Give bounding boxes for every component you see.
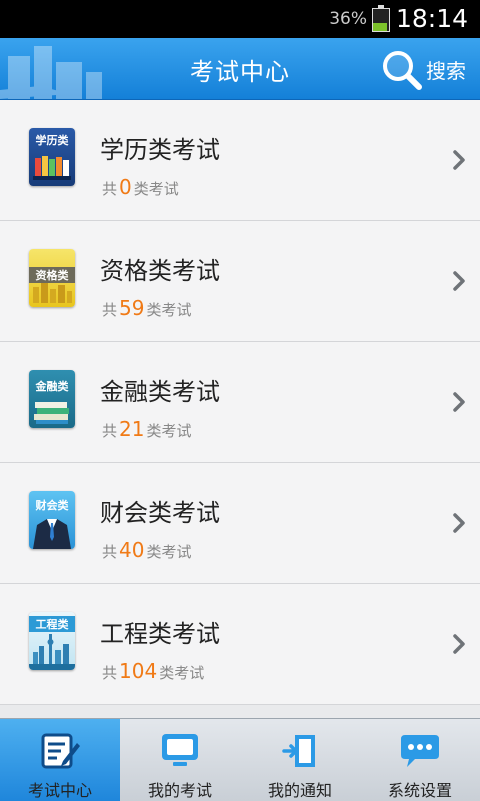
clock: 18:14 xyxy=(395,4,468,33)
category-item-accounting[interactable]: 财会类 财会类考试 共 40 类考试 xyxy=(0,463,480,584)
tab-my-exams[interactable]: 我的考试 xyxy=(120,719,240,801)
tab-label: 我的通知 xyxy=(267,781,332,800)
category-count: 104 xyxy=(119,659,158,683)
tab-label: 考试中心 xyxy=(27,781,92,800)
city-icon: 资格类 xyxy=(29,249,75,307)
category-count-line: 共 21 类考试 xyxy=(102,417,192,441)
skyline-icon: 工程类 xyxy=(29,612,75,670)
tab-exam-center[interactable]: 考试中心 xyxy=(0,719,120,801)
chevron-right-icon xyxy=(453,634,465,654)
category-count-line: 共 40 类考试 xyxy=(102,538,192,562)
category-name: 财会类考试 xyxy=(100,499,220,527)
category-count: 21 xyxy=(119,417,145,441)
tab-label: 系统设置 xyxy=(387,781,452,800)
category-count-line: 共 0 类考试 xyxy=(102,175,179,199)
category-name: 金融类考试 xyxy=(100,378,220,406)
category-item-academic[interactable]: 学历类 学历类考试 共 0 类考试 xyxy=(0,100,480,221)
chevron-right-icon xyxy=(453,271,465,291)
category-name: 学历类考试 xyxy=(100,136,220,164)
book-stack-icon: 金融类 xyxy=(29,370,75,428)
category-item-engineering[interactable]: 工程类 工程类考试 共 104 类考试 xyxy=(0,584,480,705)
search-label: 搜索 xyxy=(426,58,466,83)
tab-my-notifications[interactable]: 我的通知 xyxy=(240,719,360,801)
books-icon: 学历类 xyxy=(29,128,75,186)
status-bar: 36% 18:14 xyxy=(0,0,480,38)
tab-label: 我的考试 xyxy=(147,781,212,800)
exam-center-icon xyxy=(41,733,80,769)
category-item-qualification[interactable]: 资格类 资格类考试 共 59 类考试 xyxy=(0,221,480,342)
bottom-tab-bar: 考试中心 我的考试 我的通知 系统设置 xyxy=(0,718,480,801)
chevron-right-icon xyxy=(453,513,465,533)
chevron-right-icon xyxy=(453,150,465,170)
category-count-line: 共 59 类考试 xyxy=(102,296,192,320)
category-count: 0 xyxy=(119,175,132,199)
search-icon xyxy=(383,51,422,90)
category-list: 学历类 学历类考试 共 0 类考试 资格类 资格类考试 共 59 类考试 金融类… xyxy=(0,100,480,705)
category-count: 59 xyxy=(119,296,145,320)
category-name: 工程类考试 xyxy=(100,620,220,648)
chat-settings-icon xyxy=(401,735,439,767)
app-header: 考试中心 搜索 xyxy=(0,38,480,100)
category-count-line: 共 104 类考试 xyxy=(102,659,205,683)
battery-icon xyxy=(372,5,390,32)
category-item-finance[interactable]: 金融类 金融类考试 共 21 类考试 xyxy=(0,342,480,463)
category-name: 资格类考试 xyxy=(100,257,220,285)
tab-system-settings[interactable]: 系统设置 xyxy=(360,719,480,801)
battery-percent: 36% xyxy=(329,9,367,29)
suit-icon: 财会类 xyxy=(29,491,75,549)
chevron-right-icon xyxy=(453,392,465,412)
category-count: 40 xyxy=(119,538,145,562)
notification-icon xyxy=(282,735,315,767)
search-button[interactable]: 搜索 xyxy=(380,46,466,92)
monitor-icon xyxy=(162,734,198,766)
